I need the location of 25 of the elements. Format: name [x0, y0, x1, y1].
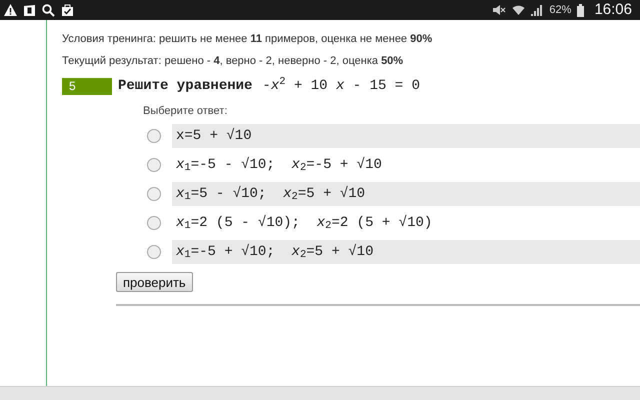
mute-icon — [492, 4, 506, 16]
answer-option[interactable]: x=5 + √10 — [176, 126, 252, 146]
training-conditions: Условия тренинга: решить не менее 11 примеров, оценка не менее 90% — [62, 32, 434, 47]
briefcase-check-icon — [61, 4, 74, 16]
answer-option[interactable]: x$_{1}$=2 (5 - √10); x$_{2}$=2 (5 + √10) — [176, 212, 432, 234]
battery-percent: 62% — [549, 2, 572, 18]
answer-option[interactable]: x$_{1}$=-5 - √10; x$_{2}$=-5 + √10 — [176, 154, 382, 176]
radio-button[interactable] — [147, 245, 161, 259]
search-icon — [42, 4, 55, 16]
radio-button[interactable] — [147, 129, 161, 143]
signal-icon — [531, 4, 544, 16]
app-icon — [23, 4, 36, 16]
task-title: Решите уравнение — [118, 77, 252, 96]
equation: -x$^{2}$ + 10 x - 15 = 0 — [262, 76, 420, 96]
warning-icon — [4, 4, 17, 16]
task-number: 5 — [62, 78, 112, 95]
answer-prompt: Выберите ответ: — [143, 104, 228, 119]
clock: 16:06 — [594, 0, 632, 20]
radio-button[interactable] — [147, 216, 161, 230]
check-button[interactable]: проверить — [116, 272, 193, 292]
radio-button[interactable] — [147, 158, 161, 172]
battery-icon — [577, 4, 584, 16]
wifi-icon — [512, 4, 526, 16]
current-result: Текущий результат: решено - 4, верно - 2, неверно - 2, оценка 50% — [62, 54, 404, 69]
radio-button[interactable] — [147, 187, 161, 201]
